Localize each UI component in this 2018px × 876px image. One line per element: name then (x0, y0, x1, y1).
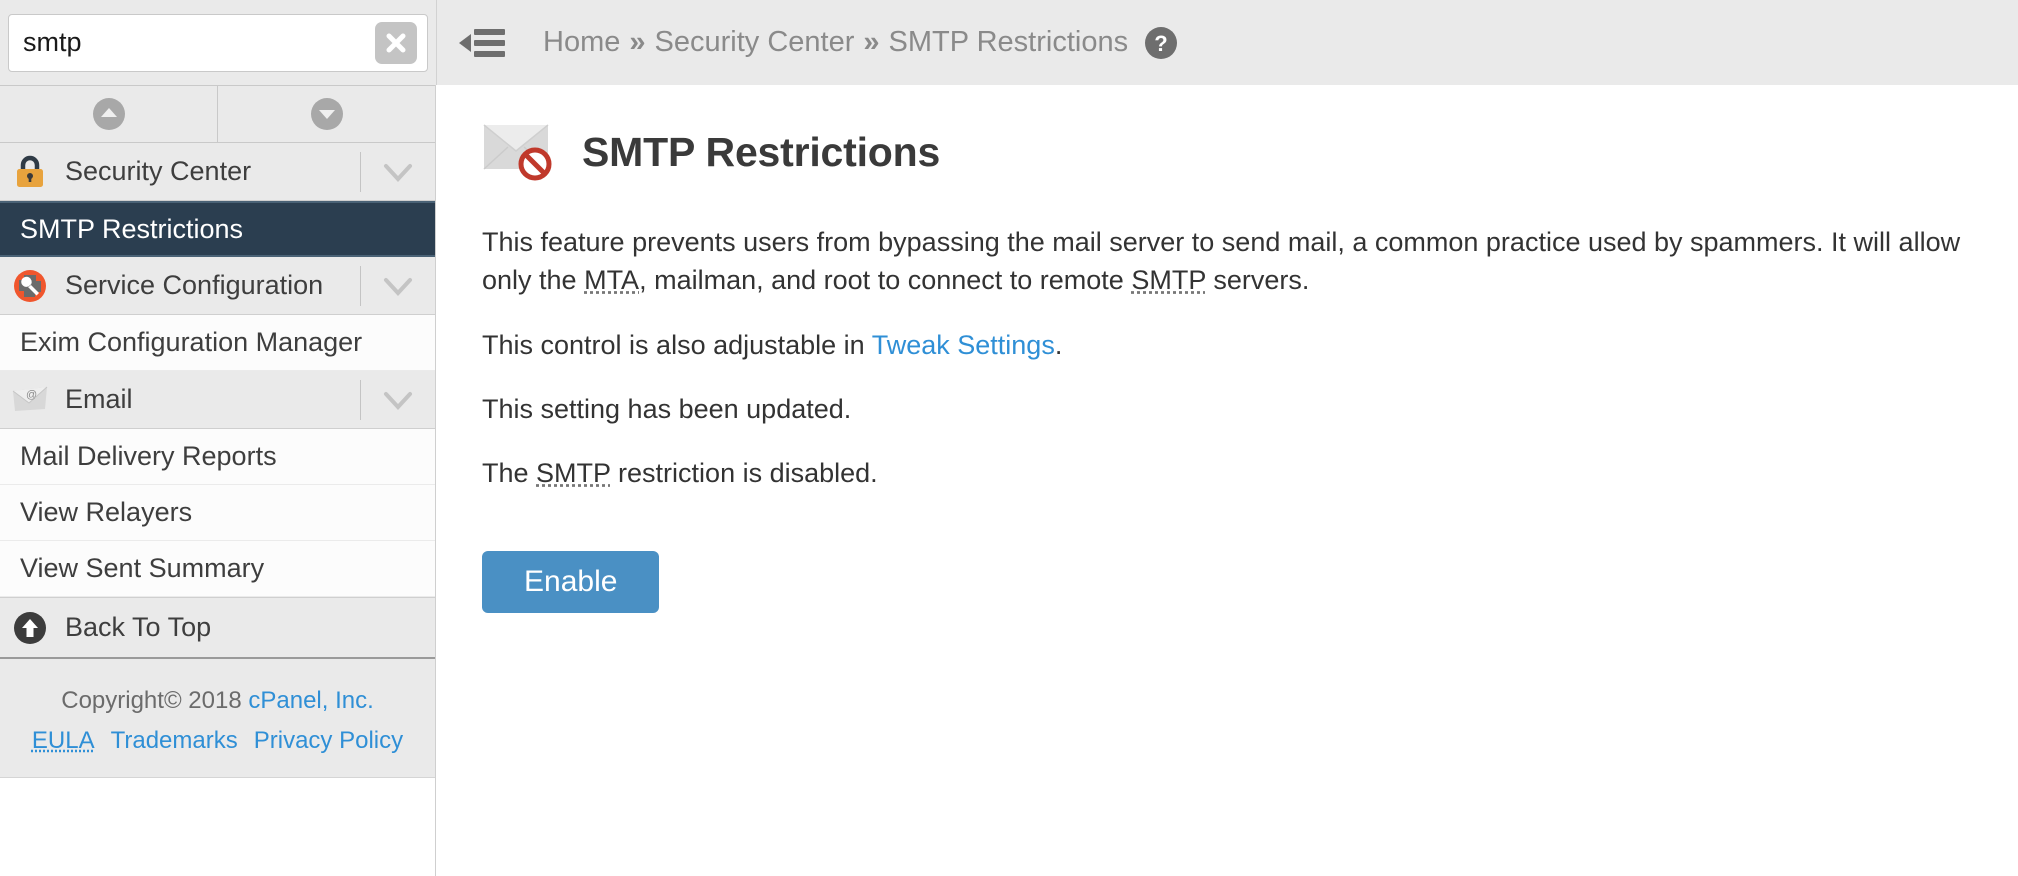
sidebar-group-toggle-security-center[interactable] (360, 151, 435, 192)
chevron-down-icon (384, 277, 412, 296)
copyright-text: Copyright© 2018 (61, 687, 249, 714)
breadcrumb-item-home[interactable]: Home (543, 26, 620, 59)
application-window: Home » Security Center » SMTP Restrictio… (0, 0, 2018, 876)
search-clear-button[interactable] (375, 21, 417, 64)
page-title-row: SMTP Restrictions (482, 121, 1972, 183)
sidebar-item-view-relayers[interactable]: View Relayers (0, 485, 435, 541)
sidebar-group-security-center[interactable]: Security Center (0, 143, 435, 201)
footer-link-privacy-policy[interactable]: Privacy Policy (254, 727, 403, 754)
body-area: Security Center SMTP Restrictions Servic… (0, 85, 2018, 876)
sidebar-search-area (0, 0, 436, 85)
search-box[interactable] (8, 13, 428, 72)
description-part3: servers. (1205, 265, 1310, 296)
sidebar-item-view-sent-summary[interactable]: View Sent Summary (0, 541, 435, 597)
back-to-top-label: Back To Top (65, 612, 212, 642)
breadcrumb-separator: » (863, 26, 880, 58)
breadcrumb-bar: Home » Security Center » SMTP Restrictio… (436, 0, 2018, 85)
sidebar-group-email[interactable]: @ Email (0, 371, 435, 429)
description-part2: , mailman, and root to connect to remote (639, 265, 1132, 296)
footer-links: EULA Trademarks Privacy Policy (0, 727, 435, 755)
page-title: SMTP Restrictions (582, 128, 941, 175)
tweak-part1: This control is also adjustable in (482, 329, 872, 360)
back-to-top-button[interactable]: Back To Top (0, 597, 435, 659)
collapse-all-button[interactable] (0, 86, 217, 142)
breadcrumb-item-smtp-restrictions: SMTP Restrictions (888, 26, 1129, 58)
footer-link-eula[interactable]: EULA (32, 727, 95, 754)
expand-all-button[interactable] (217, 86, 435, 142)
search-input[interactable] (9, 14, 427, 71)
help-button[interactable]: ? (1144, 26, 1178, 60)
sidebar-item-mail-delivery-reports[interactable]: Mail Delivery Reports (0, 429, 435, 485)
chevron-up-circle-icon (92, 98, 125, 130)
svg-text:@: @ (26, 389, 37, 401)
chevron-down-icon (384, 391, 412, 410)
chevron-down-circle-icon (310, 98, 343, 130)
tweak-settings-paragraph: This control is also adjustable in Tweak… (482, 326, 1962, 364)
hamburger-collapse-icon (459, 28, 505, 57)
sidebar-group-toggle-email[interactable] (360, 379, 435, 420)
status-part2: restriction is disabled. (610, 458, 878, 489)
sidebar-item-label: SMTP Restrictions (20, 213, 244, 244)
sidebar-group-toggle-service-configuration[interactable] (360, 265, 435, 306)
sidebar-footer: Copyright© 2018 cPanel, Inc. EULA Tradema… (0, 659, 435, 778)
breadcrumb-item-security-center[interactable]: Security Center (655, 26, 855, 59)
sidebar-item-exim-configuration-manager[interactable]: Exim Configuration Manager (0, 315, 435, 371)
sidebar-group-label: Service Configuration (65, 270, 324, 300)
main-content: SMTP Restrictions This feature prevents … (436, 85, 2018, 876)
breadcrumb: Home » Security Center » SMTP Restrictio… (543, 26, 1178, 60)
sidebar-expander-row (0, 85, 435, 143)
arrow-up-circle-icon (10, 608, 50, 648)
sidebar-empty-space (0, 778, 435, 876)
sidebar-item-label: View Sent Summary (20, 553, 265, 583)
sidebar-item-label: View Relayers (20, 497, 193, 527)
cpanel-company-link[interactable]: cPanel, Inc. (248, 687, 373, 714)
sidebar-toggle-button[interactable] (459, 26, 505, 60)
svg-text:?: ? (1154, 31, 1167, 56)
smtp-abbreviation: SMTP (1131, 265, 1206, 296)
restriction-status-message: The SMTP restriction is disabled. (482, 454, 1962, 492)
enable-button[interactable]: Enable (482, 550, 660, 613)
tweak-settings-link[interactable]: Tweak Settings (872, 330, 1055, 360)
top-bar: Home » Security Center » SMTP Restrictio… (0, 0, 2018, 85)
padlock-icon (10, 152, 50, 192)
sidebar-group-label: Security Center (65, 156, 252, 186)
sidebar-group-service-configuration[interactable]: Service Configuration (0, 257, 435, 315)
description-paragraph: This feature prevents users from bypassi… (482, 223, 1962, 300)
sidebar: Security Center SMTP Restrictions Servic… (0, 85, 436, 876)
close-icon (386, 33, 406, 52)
breadcrumb-separator: » (629, 26, 646, 58)
envelope-blocked-icon (482, 121, 564, 183)
sidebar-group-label: Email (65, 384, 133, 414)
copyright-line: Copyright© 2018 cPanel, Inc. (0, 687, 435, 715)
sidebar-item-label: Mail Delivery Reports (20, 441, 277, 471)
tweak-part2: . (1054, 329, 1063, 360)
envelope-at-icon: @ (10, 380, 50, 420)
status-updated-message: This setting has been updated. (482, 393, 852, 424)
help-question-icon: ? (1145, 26, 1178, 59)
chevron-down-icon (384, 163, 412, 182)
status-part1: The (482, 458, 537, 489)
footer-link-trademarks[interactable]: Trademarks (111, 727, 238, 754)
sidebar-item-smtp-restrictions[interactable]: SMTP Restrictions (0, 201, 435, 257)
wrench-gear-icon (10, 266, 50, 306)
smtp-abbreviation: SMTP (536, 458, 611, 489)
sidebar-item-label: Exim Configuration Manager (20, 327, 363, 357)
mta-abbreviation: MTA (584, 265, 640, 296)
